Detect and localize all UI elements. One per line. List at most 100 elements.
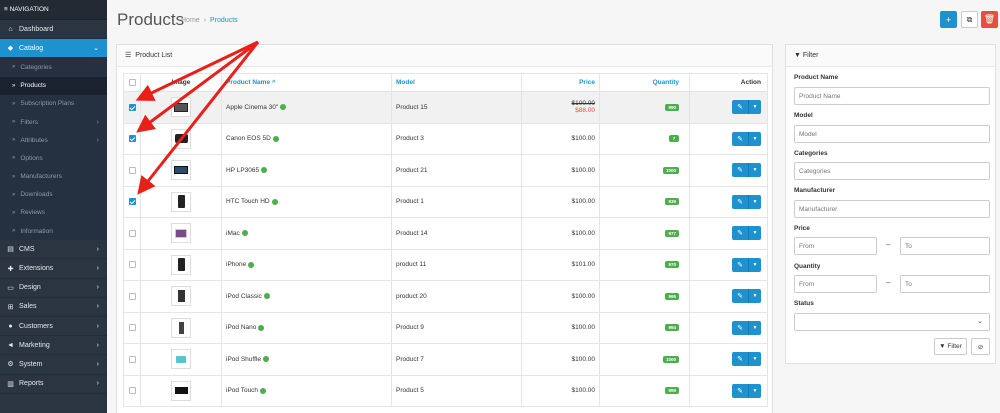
- edit-button[interactable]: ✎: [732, 320, 749, 335]
- price: $100.00: [571, 355, 596, 363]
- double-chevron-right-icon: »: [12, 228, 16, 235]
- action-dropdown-button[interactable]: ▼: [749, 226, 761, 241]
- edit-button[interactable]: ✎: [732, 352, 749, 367]
- sidebar-subitem-options[interactable]: » Options: [0, 149, 107, 167]
- breadcrumb-products[interactable]: Products: [210, 17, 238, 24]
- row-checkbox[interactable]: [128, 198, 136, 206]
- table-row: iPod Classic product 20 $100.00 995 ✎ ▼: [123, 280, 768, 313]
- edit-button[interactable]: ✎: [732, 257, 749, 272]
- sidebar-item-system[interactable]: ⚙ System ›: [0, 355, 107, 375]
- table-row: iPod Nano Product 9 $100.00 994 ✎ ▼: [123, 311, 768, 344]
- sidebar-subitem-filters[interactable]: » Filters ›: [0, 113, 107, 131]
- sidebar-item-sales[interactable]: ⊞ Sales ›: [0, 298, 107, 317]
- product-name: iPod Classic: [226, 292, 262, 300]
- sidebar-item-design[interactable]: ▭ Design ›: [0, 279, 107, 298]
- action-dropdown-button[interactable]: ▼: [749, 352, 761, 367]
- product-name-cell: iPod Touch: [221, 374, 392, 407]
- column-quantity[interactable]: Quantity: [599, 73, 690, 92]
- column-product-name[interactable]: Product Name ^: [221, 73, 392, 92]
- sidebar-subitem-categories[interactable]: » Categories: [0, 58, 107, 76]
- action-dropdown-button[interactable]: ▼: [749, 257, 761, 272]
- caret-down-icon: ▼: [752, 324, 758, 331]
- sidebar-subitem-products[interactable]: » Products: [0, 76, 107, 95]
- edit-button[interactable]: ✎: [732, 226, 749, 241]
- edit-button[interactable]: ✎: [732, 289, 749, 304]
- edit-button[interactable]: ✎: [732, 194, 749, 209]
- action-dropdown-button[interactable]: ▼: [749, 383, 761, 398]
- edit-button[interactable]: ✎: [732, 100, 749, 115]
- row-checkbox[interactable]: [128, 166, 136, 174]
- column-model[interactable]: Model: [391, 73, 522, 92]
- action-dropdown-button[interactable]: ▼: [749, 289, 761, 304]
- reset-filter-button[interactable]: ⊘: [971, 338, 990, 355]
- row-checkbox[interactable]: [128, 261, 136, 269]
- row-checkbox[interactable]: [128, 292, 136, 300]
- model-input[interactable]: [794, 125, 990, 143]
- table-row: iMac Product 14 $100.00 977 ✎ ▼: [123, 217, 768, 250]
- filter-button[interactable]: ▼ Filter: [934, 338, 967, 355]
- action-cell: ✎ ▼: [689, 122, 768, 155]
- select-all-checkbox[interactable]: [128, 79, 136, 86]
- bar-chart-icon: ▥: [7, 380, 14, 388]
- price: $101.00: [571, 261, 596, 269]
- row-select-cell: [123, 185, 141, 218]
- double-chevron-right-icon: »: [12, 137, 16, 144]
- row-checkbox[interactable]: [128, 387, 136, 395]
- action-dropdown-button[interactable]: ▼: [749, 194, 761, 209]
- copy-button[interactable]: ⧉: [961, 11, 978, 28]
- edit-button[interactable]: ✎: [732, 163, 749, 178]
- double-chevron-right-icon: »: [12, 209, 16, 216]
- action-dropdown-button[interactable]: ▼: [749, 163, 761, 178]
- row-checkbox[interactable]: [128, 355, 136, 363]
- edit-button[interactable]: ✎: [732, 131, 749, 146]
- add-new-button[interactable]: +: [940, 11, 957, 28]
- product-name-input[interactable]: [794, 87, 990, 105]
- sidebar-item-cms[interactable]: ▤ CMS ›: [0, 240, 107, 260]
- breadcrumb-home[interactable]: Home: [181, 17, 200, 24]
- action-dropdown-button[interactable]: ▼: [749, 131, 761, 146]
- status-select[interactable]: ⌄: [794, 313, 990, 331]
- sidebar-item-reports[interactable]: ▥ Reports ›: [0, 375, 107, 394]
- row-checkbox[interactable]: [128, 135, 136, 143]
- quantity-cell: 994: [599, 311, 690, 344]
- manufacturer-input[interactable]: [794, 200, 990, 218]
- price-cell: $100.00: [521, 185, 600, 218]
- sidebar-item-label: Reports: [19, 380, 44, 388]
- pencil-icon: ✎: [737, 324, 743, 332]
- sidebar-item-dashboard[interactable]: ⌂ Dashboard: [0, 20, 107, 40]
- action-dropdown-button[interactable]: ▼: [749, 100, 761, 115]
- row-checkbox[interactable]: [128, 324, 136, 332]
- row-select-cell: [123, 311, 141, 344]
- categories-input[interactable]: [794, 162, 990, 180]
- quantity-to-input[interactable]: [900, 275, 990, 293]
- sidebar-item-catalog[interactable]: ◆ Catalog ⌄: [0, 39, 107, 59]
- model-label: Model: [794, 112, 813, 119]
- product-thumbnail: [171, 160, 191, 181]
- action-dropdown-button[interactable]: ▼: [749, 320, 761, 335]
- price-cell: $100.00: [521, 280, 600, 313]
- edit-button[interactable]: ✎: [732, 383, 749, 398]
- action-cell: ✎ ▼: [689, 154, 768, 187]
- row-checkbox[interactable]: [128, 103, 136, 111]
- sidebar-subitem-information[interactable]: » Information: [0, 222, 107, 240]
- price-from-input[interactable]: [794, 237, 877, 255]
- sidebar-item-customers[interactable]: ● Customers ›: [0, 317, 107, 337]
- row-checkbox[interactable]: [128, 229, 136, 237]
- column-price[interactable]: Price: [521, 73, 600, 92]
- caret-down-icon: ▼: [752, 387, 758, 394]
- sidebar-subitem-downloads[interactable]: » Downloads: [0, 186, 107, 204]
- quantity-badge: 995: [665, 292, 679, 300]
- quantity-label: Quantity: [794, 263, 821, 270]
- price: $100.00: [571, 198, 596, 206]
- model-cell: Product 21: [391, 154, 522, 187]
- sidebar-item-extensions[interactable]: ✚ Extensions ›: [0, 259, 107, 279]
- table-row: Canon EOS 5D Product 3 $100.00 7 ✎ ▼: [123, 122, 768, 155]
- price-to-input[interactable]: [900, 237, 990, 255]
- sidebar-subitem-attributes[interactable]: » Attributes ›: [0, 131, 107, 149]
- delete-button[interactable]: 🗑: [981, 11, 998, 28]
- sidebar-subitem-manufacturers[interactable]: » Manufacturers: [0, 168, 107, 186]
- sidebar-subitem-reviews[interactable]: » Reviews: [0, 204, 107, 222]
- quantity-from-input[interactable]: [794, 275, 877, 293]
- sidebar-item-marketing[interactable]: ◄ Marketing ›: [0, 336, 107, 356]
- sidebar-subitem-subscription-plans[interactable]: » Subscription Plans: [0, 95, 107, 113]
